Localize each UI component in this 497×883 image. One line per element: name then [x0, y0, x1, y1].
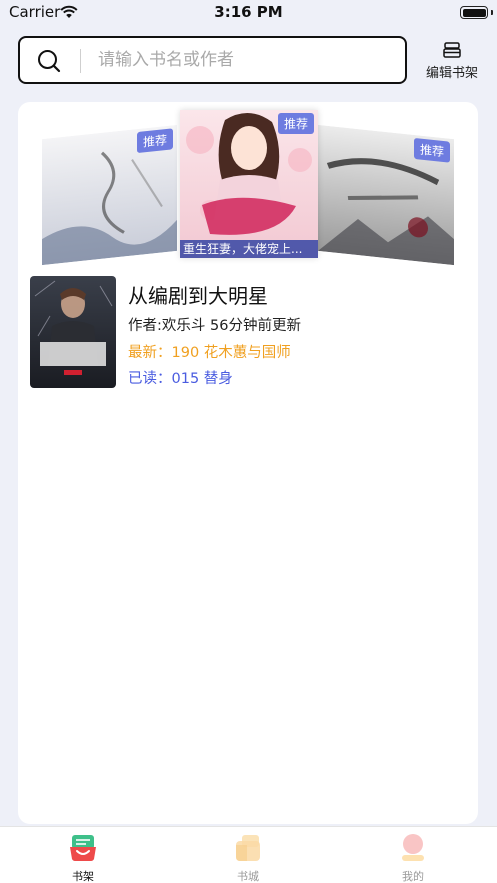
bookshelf-edit-icon	[443, 42, 461, 58]
bookshelf-icon	[70, 835, 96, 861]
tab-profile[interactable]: 我的	[373, 831, 453, 883]
recommend-badge: 推荐	[277, 113, 314, 134]
tab-label: 书架	[72, 870, 94, 883]
tab-label: 我的	[402, 870, 424, 883]
profile-icon	[402, 834, 424, 861]
banner-item-left[interactable]: 推荐	[42, 124, 177, 266]
book-latest-chapter[interactable]: 最新：190 花木蕙与国师	[128, 341, 291, 362]
search-divider	[80, 49, 81, 73]
search-icon	[38, 50, 61, 73]
book-title: 从编剧到大明星	[128, 284, 268, 308]
clock: 3:16 PM	[214, 3, 283, 21]
bookstore-icon	[236, 835, 260, 861]
book-cover-art	[30, 276, 116, 388]
book-meta: 作者:欢乐斗 56分钟前更新	[128, 318, 301, 334]
search-input[interactable]	[98, 44, 388, 76]
recommend-banner[interactable]: 推荐 推荐 重生狂妻，大佬宠上... 推荐	[42, 110, 454, 266]
book-item[interactable]: 从编剧到大明星 作者:欢乐斗 56分钟前更新 最新：190 花木蕙与国师 已读：…	[30, 274, 470, 392]
edit-shelf-button[interactable]: 编辑书架	[420, 38, 484, 84]
battery-icon	[460, 6, 488, 19]
book-cover[interactable]	[30, 276, 116, 388]
bookshelf-card: 推荐 推荐 重生狂妻，大佬宠上... 推荐 从编剧到大明星 作者:欢乐斗 56分…	[18, 102, 478, 824]
status-bar: Carrier 3:16 PM	[0, 0, 497, 26]
recommend-badge: 推荐	[413, 137, 450, 163]
banner-caption: 重生狂妻，大佬宠上...	[180, 240, 318, 258]
tab-bar: 书架 书城 我的	[0, 826, 497, 883]
tab-label: 书城	[237, 870, 259, 883]
tab-bookstore[interactable]: 书城	[208, 831, 288, 883]
search-box[interactable]	[18, 36, 407, 84]
banner-item-right[interactable]: 推荐	[318, 124, 454, 266]
edit-shelf-label: 编辑书架	[425, 66, 478, 81]
tab-bookshelf[interactable]: 书架	[43, 831, 123, 883]
banner-item-center[interactable]: 推荐 重生狂妻，大佬宠上...	[180, 110, 318, 258]
book-read-progress[interactable]: 已读：015 替身	[128, 367, 233, 388]
recommend-badge: 推荐	[136, 128, 173, 154]
